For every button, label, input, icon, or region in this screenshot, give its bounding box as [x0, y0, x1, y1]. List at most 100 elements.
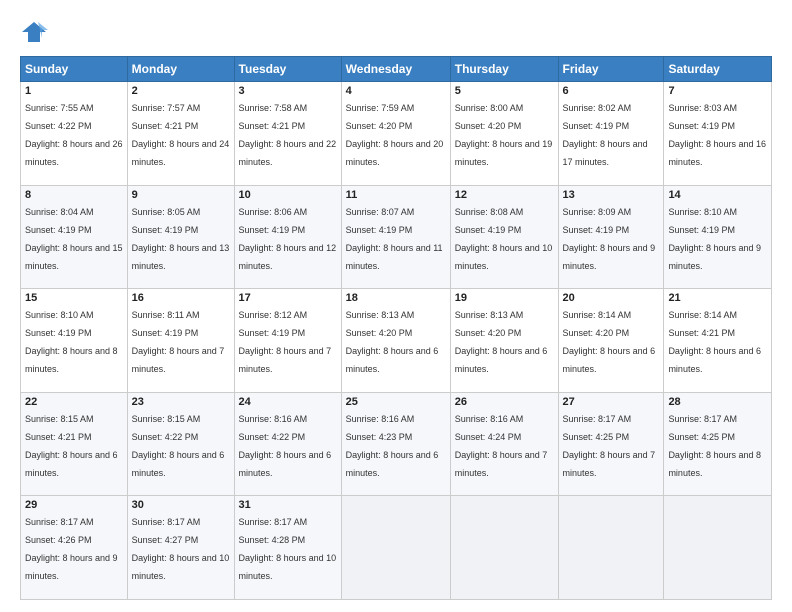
- calendar-cell: 14 Sunrise: 8:10 AMSunset: 4:19 PMDayligh…: [664, 185, 772, 289]
- calendar-cell: 4 Sunrise: 7:59 AMSunset: 4:20 PMDaylight…: [341, 82, 450, 186]
- calendar-header-row: SundayMondayTuesdayWednesdayThursdayFrid…: [21, 57, 772, 82]
- calendar-cell: 13 Sunrise: 8:09 AMSunset: 4:19 PMDayligh…: [558, 185, 664, 289]
- day-number: 22: [25, 396, 123, 408]
- day-number: 23: [132, 396, 230, 408]
- day-number: 11: [346, 189, 446, 201]
- calendar-cell: 5 Sunrise: 8:00 AMSunset: 4:20 PMDaylight…: [450, 82, 558, 186]
- day-info: Sunrise: 8:16 AMSunset: 4:23 PMDaylight:…: [346, 414, 439, 478]
- logo-icon: [20, 18, 48, 46]
- day-info: Sunrise: 8:14 AMSunset: 4:21 PMDaylight:…: [668, 310, 761, 374]
- calendar-cell: 25 Sunrise: 8:16 AMSunset: 4:23 PMDayligh…: [341, 392, 450, 496]
- day-info: Sunrise: 7:58 AMSunset: 4:21 PMDaylight:…: [239, 103, 337, 167]
- day-number: 8: [25, 189, 123, 201]
- weekday-header: Tuesday: [234, 57, 341, 82]
- calendar-cell: 9 Sunrise: 8:05 AMSunset: 4:19 PMDaylight…: [127, 185, 234, 289]
- day-number: 19: [455, 292, 554, 304]
- day-number: 17: [239, 292, 337, 304]
- day-info: Sunrise: 8:10 AMSunset: 4:19 PMDaylight:…: [668, 207, 761, 271]
- calendar-table: SundayMondayTuesdayWednesdayThursdayFrid…: [20, 56, 772, 600]
- calendar-cell: 10 Sunrise: 8:06 AMSunset: 4:19 PMDayligh…: [234, 185, 341, 289]
- day-number: 21: [668, 292, 767, 304]
- day-info: Sunrise: 8:13 AMSunset: 4:20 PMDaylight:…: [455, 310, 548, 374]
- calendar-cell: 22 Sunrise: 8:15 AMSunset: 4:21 PMDayligh…: [21, 392, 128, 496]
- day-info: Sunrise: 8:16 AMSunset: 4:22 PMDaylight:…: [239, 414, 332, 478]
- calendar-cell: 19 Sunrise: 8:13 AMSunset: 4:20 PMDayligh…: [450, 289, 558, 393]
- calendar-body: 1 Sunrise: 7:55 AMSunset: 4:22 PMDaylight…: [21, 82, 772, 600]
- calendar-cell: 24 Sunrise: 8:16 AMSunset: 4:22 PMDayligh…: [234, 392, 341, 496]
- day-info: Sunrise: 8:00 AMSunset: 4:20 PMDaylight:…: [455, 103, 553, 167]
- day-number: 13: [563, 189, 660, 201]
- weekday-header: Thursday: [450, 57, 558, 82]
- weekday-header: Sunday: [21, 57, 128, 82]
- calendar-cell: [664, 496, 772, 600]
- day-info: Sunrise: 8:17 AMSunset: 4:27 PMDaylight:…: [132, 517, 230, 581]
- day-info: Sunrise: 8:15 AMSunset: 4:21 PMDaylight:…: [25, 414, 118, 478]
- day-number: 2: [132, 85, 230, 97]
- logo: [20, 18, 50, 46]
- calendar-cell: 26Sunrise: 8:16 AMSunset: 4:24 PMDayligh…: [450, 392, 558, 496]
- calendar-cell: 1 Sunrise: 7:55 AMSunset: 4:22 PMDaylight…: [21, 82, 128, 186]
- calendar-cell: 17 Sunrise: 8:12 AMSunset: 4:19 PMDayligh…: [234, 289, 341, 393]
- day-info: Sunrise: 8:11 AMSunset: 4:19 PMDaylight:…: [132, 310, 225, 374]
- day-info: Sunrise: 7:55 AMSunset: 4:22 PMDaylight:…: [25, 103, 123, 167]
- calendar-cell: 8 Sunrise: 8:04 AMSunset: 4:19 PMDaylight…: [21, 185, 128, 289]
- page-header: [20, 18, 772, 46]
- day-number: 24: [239, 396, 337, 408]
- day-number: 10: [239, 189, 337, 201]
- day-info: Sunrise: 8:12 AMSunset: 4:19 PMDaylight:…: [239, 310, 332, 374]
- day-info: Sunrise: 8:16 AMSunset: 4:24 PMDaylight:…: [455, 414, 548, 478]
- day-number: 25: [346, 396, 446, 408]
- day-number: 12: [455, 189, 554, 201]
- day-info: Sunrise: 8:06 AMSunset: 4:19 PMDaylight:…: [239, 207, 337, 271]
- calendar-cell: 20 Sunrise: 8:14 AMSunset: 4:20 PMDayligh…: [558, 289, 664, 393]
- calendar-cell: 29 Sunrise: 8:17 AMSunset: 4:26 PMDayligh…: [21, 496, 128, 600]
- day-number: 31: [239, 499, 337, 511]
- day-number: 1: [25, 85, 123, 97]
- day-number: 27: [563, 396, 660, 408]
- day-number: 28: [668, 396, 767, 408]
- calendar-cell: 18 Sunrise: 8:13 AMSunset: 4:20 PMDayligh…: [341, 289, 450, 393]
- calendar-cell: 28 Sunrise: 8:17 AMSunset: 4:25 PMDayligh…: [664, 392, 772, 496]
- day-info: Sunrise: 8:05 AMSunset: 4:19 PMDaylight:…: [132, 207, 230, 271]
- weekday-header: Friday: [558, 57, 664, 82]
- calendar-cell: [341, 496, 450, 600]
- day-info: Sunrise: 8:17 AMSunset: 4:28 PMDaylight:…: [239, 517, 337, 581]
- calendar-cell: 3Sunrise: 7:58 AMSunset: 4:21 PMDaylight…: [234, 82, 341, 186]
- day-number: 7: [668, 85, 767, 97]
- day-number: 18: [346, 292, 446, 304]
- day-number: 29: [25, 499, 123, 511]
- day-number: 4: [346, 85, 446, 97]
- calendar-cell: 12Sunrise: 8:08 AMSunset: 4:19 PMDayligh…: [450, 185, 558, 289]
- day-info: Sunrise: 7:59 AMSunset: 4:20 PMDaylight:…: [346, 103, 444, 167]
- calendar-cell: 15 Sunrise: 8:10 AMSunset: 4:19 PMDayligh…: [21, 289, 128, 393]
- day-info: Sunrise: 8:10 AMSunset: 4:19 PMDaylight:…: [25, 310, 118, 374]
- calendar-cell: 16 Sunrise: 8:11 AMSunset: 4:19 PMDayligh…: [127, 289, 234, 393]
- day-info: Sunrise: 8:17 AMSunset: 4:25 PMDaylight:…: [563, 414, 656, 478]
- calendar-cell: 2Sunrise: 7:57 AMSunset: 4:21 PMDaylight…: [127, 82, 234, 186]
- calendar-cell: 27 Sunrise: 8:17 AMSunset: 4:25 PMDayligh…: [558, 392, 664, 496]
- day-info: Sunrise: 8:17 AMSunset: 4:26 PMDaylight:…: [25, 517, 118, 581]
- day-info: Sunrise: 8:15 AMSunset: 4:22 PMDaylight:…: [132, 414, 225, 478]
- calendar-cell: [558, 496, 664, 600]
- calendar-cell: 23 Sunrise: 8:15 AMSunset: 4:22 PMDayligh…: [127, 392, 234, 496]
- day-info: Sunrise: 8:14 AMSunset: 4:20 PMDaylight:…: [563, 310, 656, 374]
- day-number: 6: [563, 85, 660, 97]
- weekday-header: Monday: [127, 57, 234, 82]
- day-number: 30: [132, 499, 230, 511]
- weekday-header: Wednesday: [341, 57, 450, 82]
- day-number: 9: [132, 189, 230, 201]
- day-info: Sunrise: 8:09 AMSunset: 4:19 PMDaylight:…: [563, 207, 656, 271]
- day-number: 20: [563, 292, 660, 304]
- day-number: 14: [668, 189, 767, 201]
- day-info: Sunrise: 8:04 AMSunset: 4:19 PMDaylight:…: [25, 207, 123, 271]
- calendar-cell: 30 Sunrise: 8:17 AMSunset: 4:27 PMDayligh…: [127, 496, 234, 600]
- day-info: Sunrise: 8:13 AMSunset: 4:20 PMDaylight:…: [346, 310, 439, 374]
- calendar-cell: 31 Sunrise: 8:17 AMSunset: 4:28 PMDayligh…: [234, 496, 341, 600]
- day-number: 5: [455, 85, 554, 97]
- day-info: Sunrise: 8:17 AMSunset: 4:25 PMDaylight:…: [668, 414, 761, 478]
- weekday-header: Saturday: [664, 57, 772, 82]
- day-info: Sunrise: 8:07 AMSunset: 4:19 PMDaylight:…: [346, 207, 443, 271]
- day-info: Sunrise: 8:02 AMSunset: 4:19 PMDaylight:…: [563, 103, 648, 167]
- day-number: 16: [132, 292, 230, 304]
- day-number: 15: [25, 292, 123, 304]
